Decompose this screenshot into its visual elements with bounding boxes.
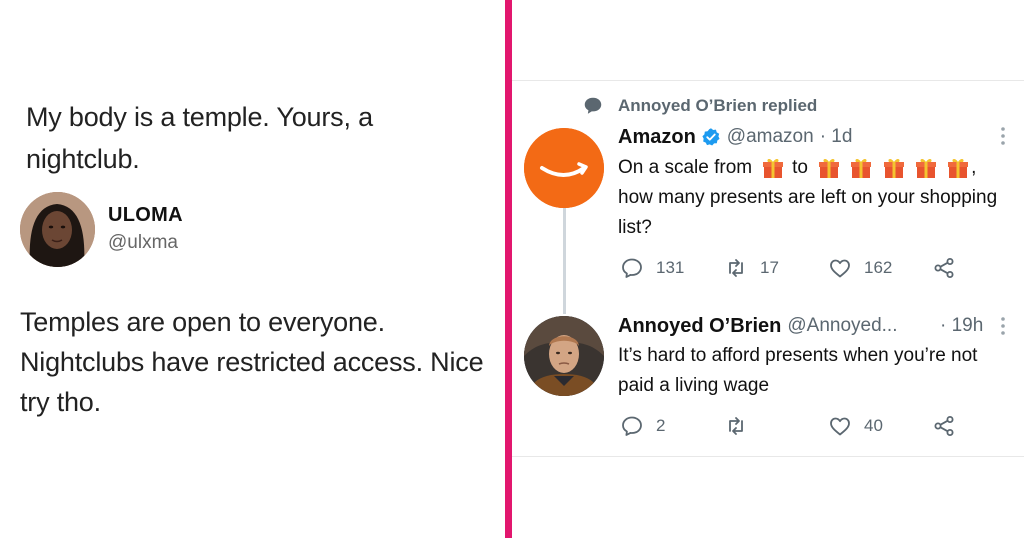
more-options-icon[interactable] (1000, 126, 1006, 146)
reply-button[interactable]: 2 (620, 413, 665, 439)
tweet-text-to: to (792, 157, 808, 178)
reply-icon (622, 416, 642, 436)
amazon-avatar[interactable] (524, 128, 604, 208)
tweet-header: Amazon @amazon · 1d (618, 124, 852, 150)
heart-icon (830, 417, 850, 436)
author-name[interactable]: Amazon (618, 126, 696, 149)
author-handle[interactable]: @ulxma (108, 232, 178, 254)
share-icon (934, 258, 954, 278)
thread-connector-line (563, 206, 566, 314)
replied-label[interactable]: Annoyed O’Brien replied (618, 96, 817, 116)
wrapped-gift-icon (883, 158, 904, 178)
left-tweet-panel: My body is a temple. Yours, a nightclub.… (0, 0, 505, 538)
retweet-count: 17 (760, 258, 779, 277)
obrien-avatar[interactable] (524, 316, 604, 396)
author-name[interactable]: Annoyed O’Brien (618, 315, 781, 338)
heart-icon (830, 259, 850, 278)
retweet-button[interactable]: 17 (724, 255, 779, 281)
speech-bubble-icon (584, 97, 602, 114)
separator-top (512, 80, 1024, 81)
tweet-text: On a scale from to , how many presents a… (618, 153, 1013, 243)
reply-count: 2 (656, 416, 666, 435)
like-button[interactable]: 162 (828, 255, 892, 281)
reply-count: 131 (656, 258, 685, 277)
retweet-icon (729, 417, 743, 435)
share-icon (934, 416, 954, 436)
more-options-icon[interactable] (1000, 316, 1006, 336)
tweet-timestamp[interactable]: · 1d (820, 126, 853, 148)
avatar[interactable] (20, 192, 95, 267)
quoted-tweet-text: My body is a temple. Yours, a nightclub. (26, 102, 373, 174)
share-button[interactable] (932, 255, 956, 281)
wrapped-gift-icon (948, 158, 969, 178)
tweet-text-comma: , (971, 157, 977, 178)
reply-button[interactable]: 131 (620, 255, 684, 281)
wrapped-gift-icon (915, 158, 936, 178)
wrapped-gift-icon (851, 158, 872, 178)
tweet-text-start: On a scale from (618, 157, 753, 178)
like-count: 162 (864, 258, 893, 277)
like-button[interactable]: 40 (828, 413, 883, 439)
replied-indicator (582, 95, 604, 117)
like-count: 40 (864, 416, 883, 435)
retweet-icon (729, 259, 743, 277)
reply-tweet-text: Temples are open to everyone. Nightclubs… (20, 307, 484, 417)
wrapped-gift-icon (818, 158, 839, 178)
author-handle[interactable]: @amazon (727, 126, 814, 148)
tweet-timestamp[interactable]: · 19h (940, 313, 983, 339)
tweet-text-rest: how many presents are left on your shopp… (618, 187, 998, 238)
gift-row (816, 153, 971, 183)
verified-badge-icon (702, 128, 720, 146)
retweet-button[interactable] (724, 413, 760, 439)
tweet-text: It’s hard to afford presents when you’re… (618, 345, 978, 396)
wrapped-gift-icon (763, 158, 784, 178)
tweet-header: Annoyed O’Brien @Annoyed... (618, 313, 898, 339)
right-thread-panel: Annoyed O’Brien replied Amazon @amazon ·… (512, 0, 1024, 538)
panel-divider (505, 0, 512, 538)
share-button[interactable] (932, 413, 956, 439)
author-name[interactable]: ULOMA (108, 204, 183, 227)
reply-icon (622, 258, 642, 278)
author-handle[interactable]: @Annoyed... (787, 315, 897, 337)
separator-bottom (512, 456, 1024, 457)
